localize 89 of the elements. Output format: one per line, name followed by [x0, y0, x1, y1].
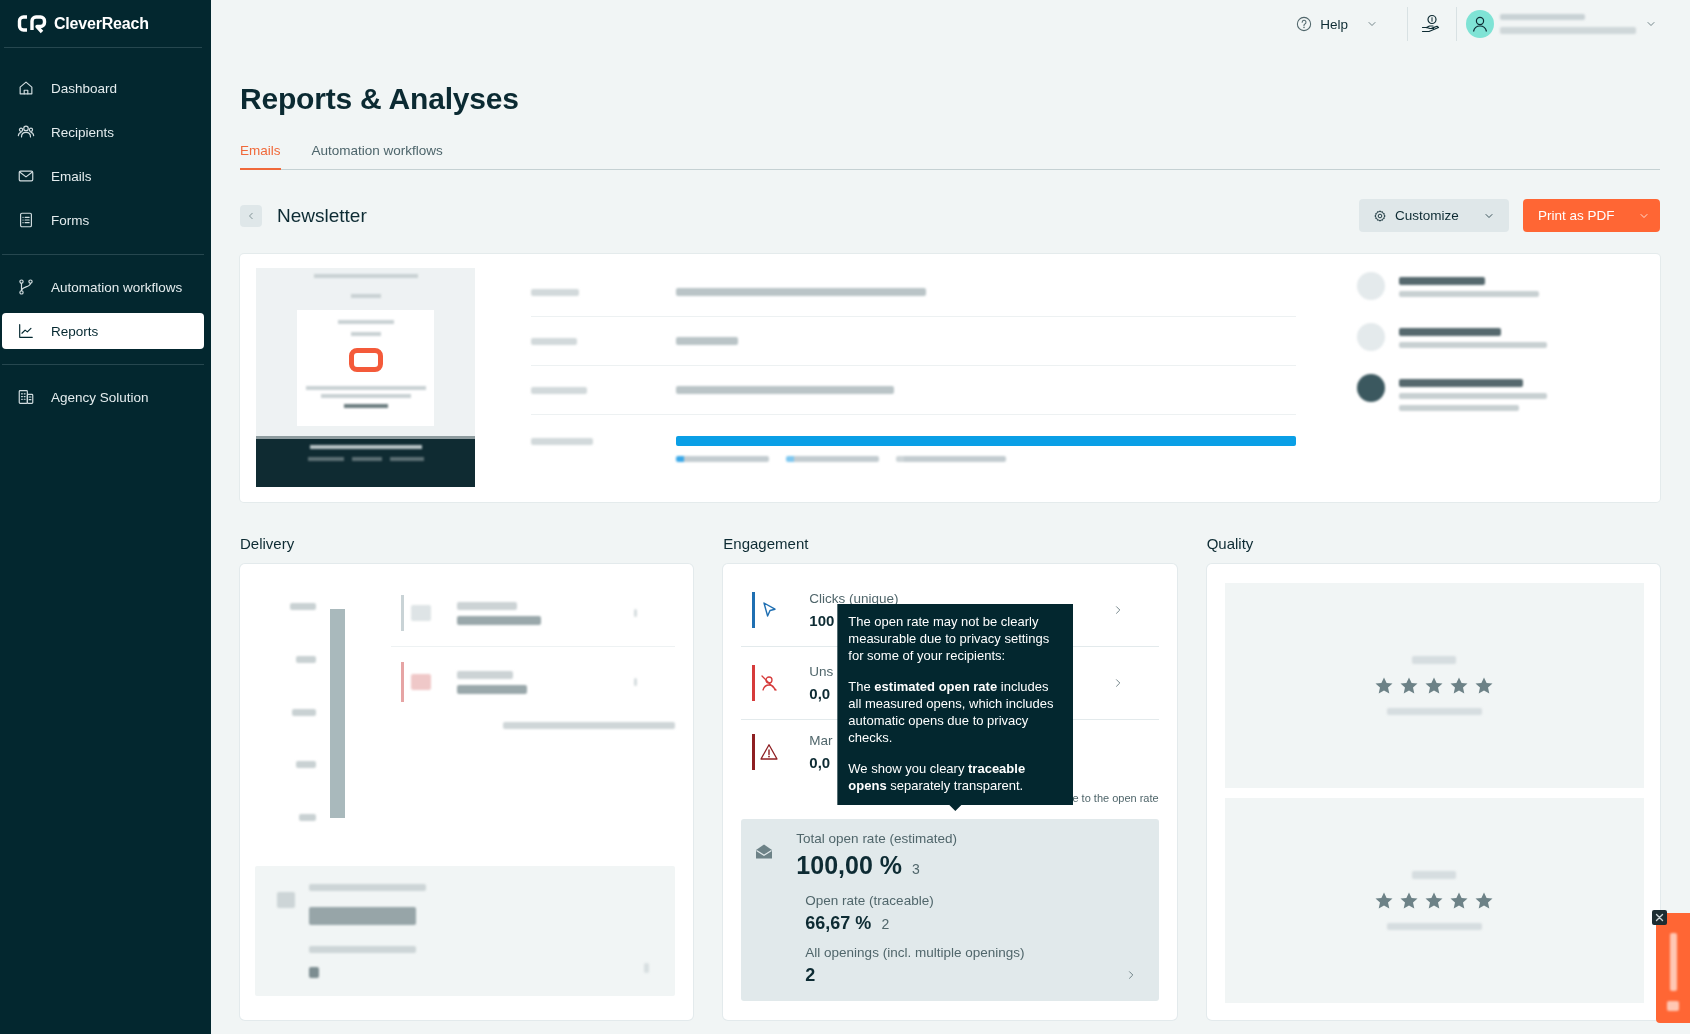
star-icon [1374, 891, 1395, 911]
sidebar-item[interactable]: Recipients [2, 114, 204, 150]
warning-icon [759, 742, 780, 762]
tab[interactable]: Automation workflows [311, 134, 443, 170]
metric-value: 100,00 % [796, 850, 902, 881]
blurred-text [531, 437, 593, 445]
blurred-text [1667, 1001, 1679, 1011]
metric-label: Mar [809, 732, 833, 748]
blurred-icon [644, 963, 650, 973]
blurred-text [457, 684, 527, 694]
footnote-text: e to the open rate [1072, 791, 1159, 805]
section-heading: Engagement [723, 534, 810, 554]
close-icon[interactable] [1652, 910, 1667, 925]
metric-count: 2 [881, 916, 890, 932]
metric-label: Clicks (unique) [809, 590, 899, 606]
envelope-icon [17, 167, 35, 185]
metric-label: Uns [809, 663, 834, 679]
star-icon [1424, 676, 1445, 696]
star-icon [1399, 891, 1420, 911]
blurred-icon [634, 678, 638, 686]
metric-value: 0,0 [809, 683, 831, 703]
list-icon [17, 211, 35, 229]
tooltip-text: The open rate may not be clearly measurable due to privacy settings for some of your recipients: [848, 613, 1051, 664]
star-icon [1424, 891, 1445, 911]
blurred-text [531, 337, 577, 345]
blurred-axis-label [292, 708, 316, 716]
metric-label: Total open rate (estimated) [796, 830, 957, 847]
line-chart-icon [17, 322, 35, 340]
page-title: Reports & Analyses [240, 81, 519, 117]
blurred-text [1412, 871, 1457, 879]
blurred-icon [411, 605, 431, 621]
blurred-text [309, 967, 319, 978]
star-icon [1474, 891, 1495, 911]
star-icon [1449, 676, 1470, 696]
blurred-text [676, 337, 738, 345]
customize-button[interactable]: Customize [1359, 199, 1509, 232]
status-circle-icon [1357, 272, 1385, 300]
metric-value: 66,67 % [805, 912, 872, 935]
avatar-icon[interactable] [1466, 10, 1494, 38]
building-icon [17, 388, 35, 406]
back-button[interactable] [240, 204, 262, 227]
section-heading: Quality [1206, 534, 1255, 554]
section-heading: Delivery [240, 534, 296, 554]
logo-icon [17, 13, 47, 34]
metric-value: 0,0 [809, 752, 831, 772]
home-icon [17, 79, 35, 97]
report-title: Newsletter [277, 204, 367, 227]
metric-label: All openings (incl. multiple openings) [805, 944, 1025, 961]
star-icon [1399, 676, 1420, 696]
blurred-axis-label [290, 603, 316, 610]
star-icon [1374, 676, 1395, 696]
tooltip-text: The estimated open rate includes all measured opens, which includes automatic opens due to privacy checks. [848, 678, 1055, 746]
sidebar-item[interactable]: Forms [2, 202, 204, 238]
blurred-text [457, 601, 517, 610]
sidebar-item[interactable]: Agency Solution [2, 379, 204, 415]
star-icon [1449, 891, 1470, 911]
blurred-icon [277, 892, 295, 908]
gear-icon [1373, 208, 1387, 223]
blurred-text [457, 670, 513, 679]
status-circle-icon [1357, 323, 1385, 351]
blurred-text [531, 288, 579, 296]
blurred-text [1669, 933, 1677, 991]
blurred-axis-label [296, 761, 316, 769]
blurred-icon [411, 674, 431, 690]
blurred-text [1412, 656, 1457, 664]
help-button[interactable]: Help [1296, 16, 1378, 32]
sidebar-item[interactable]: Dashboard [2, 70, 204, 106]
metric-value: 2 [805, 964, 816, 987]
blurred-icon [634, 609, 638, 617]
sidebar-item[interactable]: Automation workflows [2, 269, 204, 305]
blurred-axis-label [296, 655, 316, 663]
metric-count: 3 [911, 861, 920, 877]
metric-label: Open rate (traceable) [805, 892, 934, 909]
star-icon [1474, 676, 1495, 696]
chevron-left-icon [246, 210, 256, 221]
sidebar-item[interactable]: Emails [2, 158, 204, 194]
people-icon [17, 123, 35, 141]
blurred-text [531, 386, 587, 394]
logo-text: CleverReach [54, 14, 149, 33]
status-circle-icon [1357, 374, 1385, 402]
open-envelope-icon [754, 842, 775, 860]
blurred-axis-label [299, 814, 316, 821]
branch-icon [17, 278, 35, 296]
metric-value: 100 [809, 610, 835, 630]
sidebar-item[interactable]: Reports [2, 313, 204, 349]
tooltip-text: We show you cleary traceable opens separately transparent. [848, 760, 1027, 794]
feedback-tab[interactable] [1656, 913, 1690, 1023]
hand-coin-icon[interactable] [1421, 14, 1441, 34]
help-icon [1296, 16, 1313, 32]
